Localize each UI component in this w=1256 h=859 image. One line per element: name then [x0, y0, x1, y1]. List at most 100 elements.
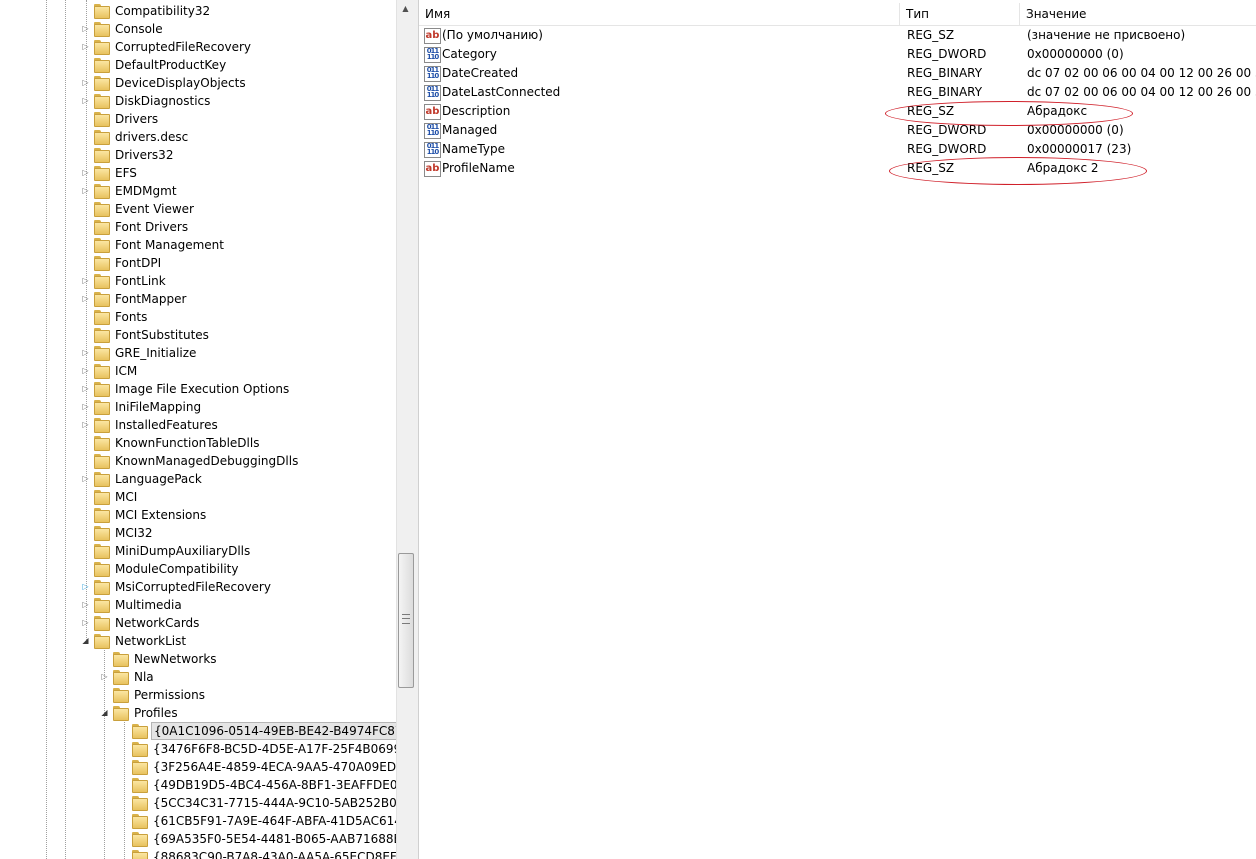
expand-arrow-icon[interactable]: ▷ — [81, 600, 90, 610]
expand-arrow-icon[interactable]: ▷ — [81, 78, 90, 88]
tree-item[interactable]: ▷ NetworkCards — [0, 614, 396, 632]
tree-item[interactable]: ▷ MsiCorruptedFileRecovery — [0, 578, 396, 596]
tree-item[interactable]: {88683C90-B7A8-43A0-AA5A-65ECD8EFA258} — [0, 848, 396, 859]
tree-item[interactable]: ▷ EFS — [0, 164, 396, 182]
value-name: Managed — [442, 123, 498, 137]
tree-item[interactable]: ▷ InstalledFeatures — [0, 416, 396, 434]
tree-item[interactable]: {0A1C1096-0514-49EB-BE42-B4974FC873C4} — [0, 722, 396, 740]
expand-arrow-icon[interactable]: ▷ — [81, 420, 90, 430]
scroll-up-arrow-icon[interactable]: ▲ — [397, 0, 414, 17]
tree-item[interactable]: MCI32 — [0, 524, 396, 542]
collapse-arrow-icon[interactable]: ◢ — [100, 708, 109, 718]
value-row[interactable]: 011 110 Managed REG_DWORD 0x00000000 (0) — [419, 121, 1256, 140]
tree-item[interactable]: Fonts — [0, 308, 396, 326]
expand-arrow-icon[interactable]: ▷ — [81, 618, 90, 628]
value-row[interactable]: 011 110 DateLastConnected REG_BINARY dc 07 … — [419, 83, 1256, 102]
expand-arrow-icon[interactable]: ▷ — [81, 24, 90, 34]
registry-values-list[interactable]: Имя Тип Значение ab (По умолчанию) REG_SZ(… — [419, 0, 1256, 859]
expand-arrow-icon[interactable]: ▷ — [81, 42, 90, 52]
tree-scrollbar[interactable]: ▲ — [396, 0, 414, 859]
tree-item[interactable]: ▷ FontMapper — [0, 290, 396, 308]
folder-icon — [94, 598, 110, 613]
expand-arrow-icon[interactable]: ▷ — [81, 276, 90, 286]
tree-item[interactable]: Font Drivers — [0, 218, 396, 236]
value-type: REG_DWORD — [907, 142, 987, 156]
tree-item[interactable]: ▷ ICM — [0, 362, 396, 380]
expand-arrow-icon[interactable]: ▷ — [81, 168, 90, 178]
expand-arrow-icon[interactable]: ▷ — [81, 366, 90, 376]
tree-item[interactable]: Event Viewer — [0, 200, 396, 218]
tree-item[interactable]: {5CC34C31-7715-444A-9C10-5AB252B09278} — [0, 794, 396, 812]
tree-item[interactable]: ▷ Image File Execution Options — [0, 380, 396, 398]
tree-item[interactable]: ▷ Console — [0, 20, 396, 38]
tree-item[interactable]: ▷ DiskDiagnostics — [0, 92, 396, 110]
folder-icon — [94, 454, 110, 469]
tree-item-label: Font Drivers — [115, 220, 189, 234]
tree-item[interactable]: {3476F6F8-BC5D-4D5E-A17F-25F4B069943C} — [0, 740, 396, 758]
tree-item[interactable]: Drivers32 — [0, 146, 396, 164]
tree-item-label: EFS — [115, 166, 137, 180]
collapse-arrow-icon[interactable]: ◢ — [81, 636, 90, 646]
tree-item[interactable]: MiniDumpAuxiliaryDlls — [0, 542, 396, 560]
tree-item[interactable]: FontSubstitutes — [0, 326, 396, 344]
registry-key-tree[interactable]: Compatibility32 ▷ Console ▷ CorruptedFileRec… — [0, 0, 396, 859]
tree-item[interactable]: ▷ EMDMgmt — [0, 182, 396, 200]
tree-item[interactable]: ModuleCompatibility — [0, 560, 396, 578]
tree-item[interactable]: MCI Extensions — [0, 506, 396, 524]
tree-item[interactable]: ▷ CorruptedFileRecovery — [0, 38, 396, 56]
column-header-value[interactable]: Значение — [1020, 3, 1256, 25]
scroll-thumb[interactable] — [398, 553, 414, 688]
expand-arrow-icon[interactable]: ▷ — [81, 402, 90, 412]
tree-item[interactable]: {3F256A4E-4859-4ECA-9AA5-470A09EDCB90} — [0, 758, 396, 776]
folder-icon — [94, 400, 110, 415]
folder-icon — [94, 184, 110, 199]
tree-item[interactable]: ▷ FontLink — [0, 272, 396, 290]
tree-item[interactable]: ▷ Multimedia — [0, 596, 396, 614]
tree-item[interactable]: drivers.desc — [0, 128, 396, 146]
expand-arrow-icon[interactable]: ▷ — [100, 672, 109, 682]
value-row[interactable]: 011 110 Category REG_DWORD 0x00000000 (0) — [419, 45, 1256, 64]
expand-arrow-icon[interactable]: ▷ — [81, 384, 90, 394]
tree-item[interactable]: Permissions — [0, 686, 396, 704]
tree-item[interactable]: ▷ LanguagePack — [0, 470, 396, 488]
expand-arrow-icon[interactable]: ▷ — [81, 582, 90, 592]
tree-item[interactable]: MCI — [0, 488, 396, 506]
tree-item[interactable]: Compatibility32 — [0, 2, 396, 20]
value-row[interactable]: 011 110 NameType REG_DWORD 0x00000017 (23) — [419, 140, 1256, 159]
tree-item-label: MCI — [115, 490, 138, 504]
expand-arrow-icon[interactable]: ▷ — [81, 474, 90, 484]
value-name: DateLastConnected — [442, 85, 561, 99]
expand-arrow-icon[interactable]: ▷ — [81, 96, 90, 106]
tree-item[interactable]: KnownFunctionTableDlls — [0, 434, 396, 452]
binary-value-icon: 011 110 — [424, 47, 441, 63]
tree-item-label: KnownFunctionTableDlls — [115, 436, 260, 450]
folder-icon — [113, 688, 129, 703]
tree-item[interactable]: ▷ GRE_Initialize — [0, 344, 396, 362]
expand-arrow-icon[interactable]: ▷ — [81, 348, 90, 358]
tree-item[interactable]: Drivers — [0, 110, 396, 128]
expand-arrow-icon[interactable]: ▷ — [81, 186, 90, 196]
tree-item[interactable]: ▷ DeviceDisplayObjects — [0, 74, 396, 92]
folder-icon — [113, 670, 129, 685]
tree-item-label: Drivers32 — [115, 148, 174, 162]
tree-item[interactable]: {61CB5F91-7A9E-464F-ABFA-41D5AC614F79} — [0, 812, 396, 830]
value-row[interactable]: ab (По умолчанию) REG_SZ (значение не присв… — [419, 26, 1256, 45]
tree-item[interactable]: DefaultProductKey — [0, 56, 396, 74]
tree-item[interactable]: NewNetworks — [0, 650, 396, 668]
expand-arrow-icon[interactable]: ▷ — [81, 294, 90, 304]
tree-item-label: KnownManagedDebuggingDlls — [115, 454, 299, 468]
tree-item[interactable]: Font Management — [0, 236, 396, 254]
tree-item[interactable]: KnownManagedDebuggingDlls — [0, 452, 396, 470]
value-row[interactable]: 011 110 DateCreated REG_BINARY dc 07 02 00 … — [419, 64, 1256, 83]
tree-item[interactable]: ◢ Profiles — [0, 704, 396, 722]
column-header-name[interactable]: Имя — [419, 3, 900, 25]
tree-item[interactable]: ◢ NetworkList — [0, 632, 396, 650]
tree-item[interactable]: ▷ Nla — [0, 668, 396, 686]
column-header-type[interactable]: Тип — [900, 3, 1020, 25]
tree-item[interactable]: {69A535F0-5E54-4481-B065-AAB71688E9B3} — [0, 830, 396, 848]
tree-item[interactable]: FontDPI — [0, 254, 396, 272]
folder-icon — [94, 40, 110, 55]
tree-item[interactable]: ▷ IniFileMapping — [0, 398, 396, 416]
tree-item[interactable]: {49DB19D5-4BC4-456A-8BF1-3EAFFDE02BBC} — [0, 776, 396, 794]
folder-icon — [94, 148, 110, 163]
